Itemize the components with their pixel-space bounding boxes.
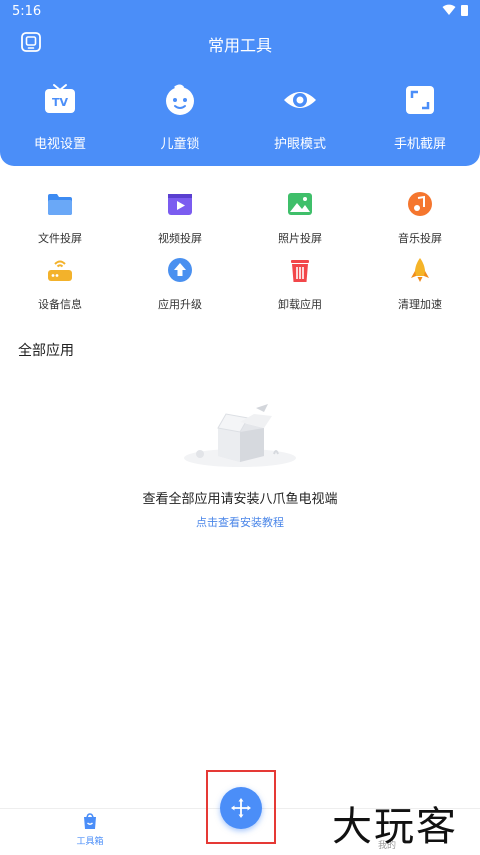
child-face-icon	[166, 84, 194, 115]
tool-photo-cast[interactable]: 照片投屏	[240, 190, 360, 246]
nav-toolbox-tab[interactable]: 工具箱	[72, 812, 108, 847]
quick-action-tv-settings[interactable]: TV 电视设置	[0, 83, 120, 152]
router-icon	[48, 260, 72, 281]
quick-action-label: 护眼模式	[273, 137, 326, 152]
tool-video-cast[interactable]: 视频投屏	[120, 190, 240, 246]
music-icon	[408, 192, 432, 216]
header-panel: 5:16 常用工具 TV 电视设置 儿童锁 护眼模式 手机截屏	[0, 0, 480, 166]
install-guide-link[interactable]: 点击查看安装教程	[0, 514, 480, 530]
tool-label: 清理加速	[398, 298, 442, 311]
svg-text:大玩客: 大玩客	[332, 804, 458, 850]
tool-uninstall[interactable]: 卸载应用	[240, 256, 360, 312]
nav-toolbox-label: 工具箱	[76, 837, 104, 847]
quick-action-label: 手机截屏	[393, 137, 446, 152]
status-bar: 5:16	[0, 0, 480, 24]
eye-icon	[284, 92, 316, 108]
tool-label: 卸载应用	[278, 298, 322, 311]
tool-app-upgrade[interactable]: 应用升级	[120, 256, 240, 312]
tool-label: 文件投屏	[38, 232, 82, 245]
wifi-icon	[442, 4, 456, 15]
center-fab-button[interactable]	[220, 787, 262, 829]
quick-action-eye-mode[interactable]: 护眼模式	[240, 83, 360, 152]
svg-text:TV: TV	[52, 96, 69, 109]
quick-action-child-lock[interactable]: 儿童锁	[120, 83, 240, 152]
tv-icon: TV	[45, 84, 75, 113]
quick-action-label: 电视设置	[33, 137, 86, 152]
empty-state-message: 查看全部应用请安装八爪鱼电视端	[142, 492, 338, 507]
page-title: 常用工具	[207, 36, 272, 55]
folder-icon	[48, 194, 72, 215]
quick-action-label: 儿童锁	[160, 137, 200, 152]
photo-icon	[288, 193, 312, 215]
shopping-bag-icon	[84, 813, 96, 829]
tool-label: 照片投屏	[278, 232, 322, 245]
tool-device-info[interactable]: 设备信息	[0, 256, 120, 312]
screenshot-icon	[406, 86, 434, 114]
watermark-logo: 大玩客	[332, 804, 458, 850]
video-icon	[168, 194, 192, 215]
tool-label: 设备信息	[38, 298, 82, 311]
status-time: 5:16	[12, 4, 42, 19]
rocket-icon	[411, 258, 429, 282]
tool-label: 应用升级	[158, 298, 202, 311]
move-arrows-icon	[231, 798, 251, 818]
tool-music-cast[interactable]: 音乐投屏	[360, 190, 480, 246]
quick-action-screenshot[interactable]: 手机截屏	[360, 83, 480, 152]
tool-label: 视频投屏	[158, 232, 202, 245]
tool-file-cast[interactable]: 文件投屏	[0, 190, 120, 246]
tool-label: 音乐投屏	[398, 232, 442, 245]
trash-icon	[291, 260, 309, 282]
empty-box-icon	[184, 404, 296, 467]
battery-icon	[461, 5, 468, 16]
section-title-all-apps: 全部应用	[18, 343, 74, 359]
upgrade-icon	[168, 258, 192, 282]
tool-clean-boost[interactable]: 清理加速	[360, 256, 480, 312]
